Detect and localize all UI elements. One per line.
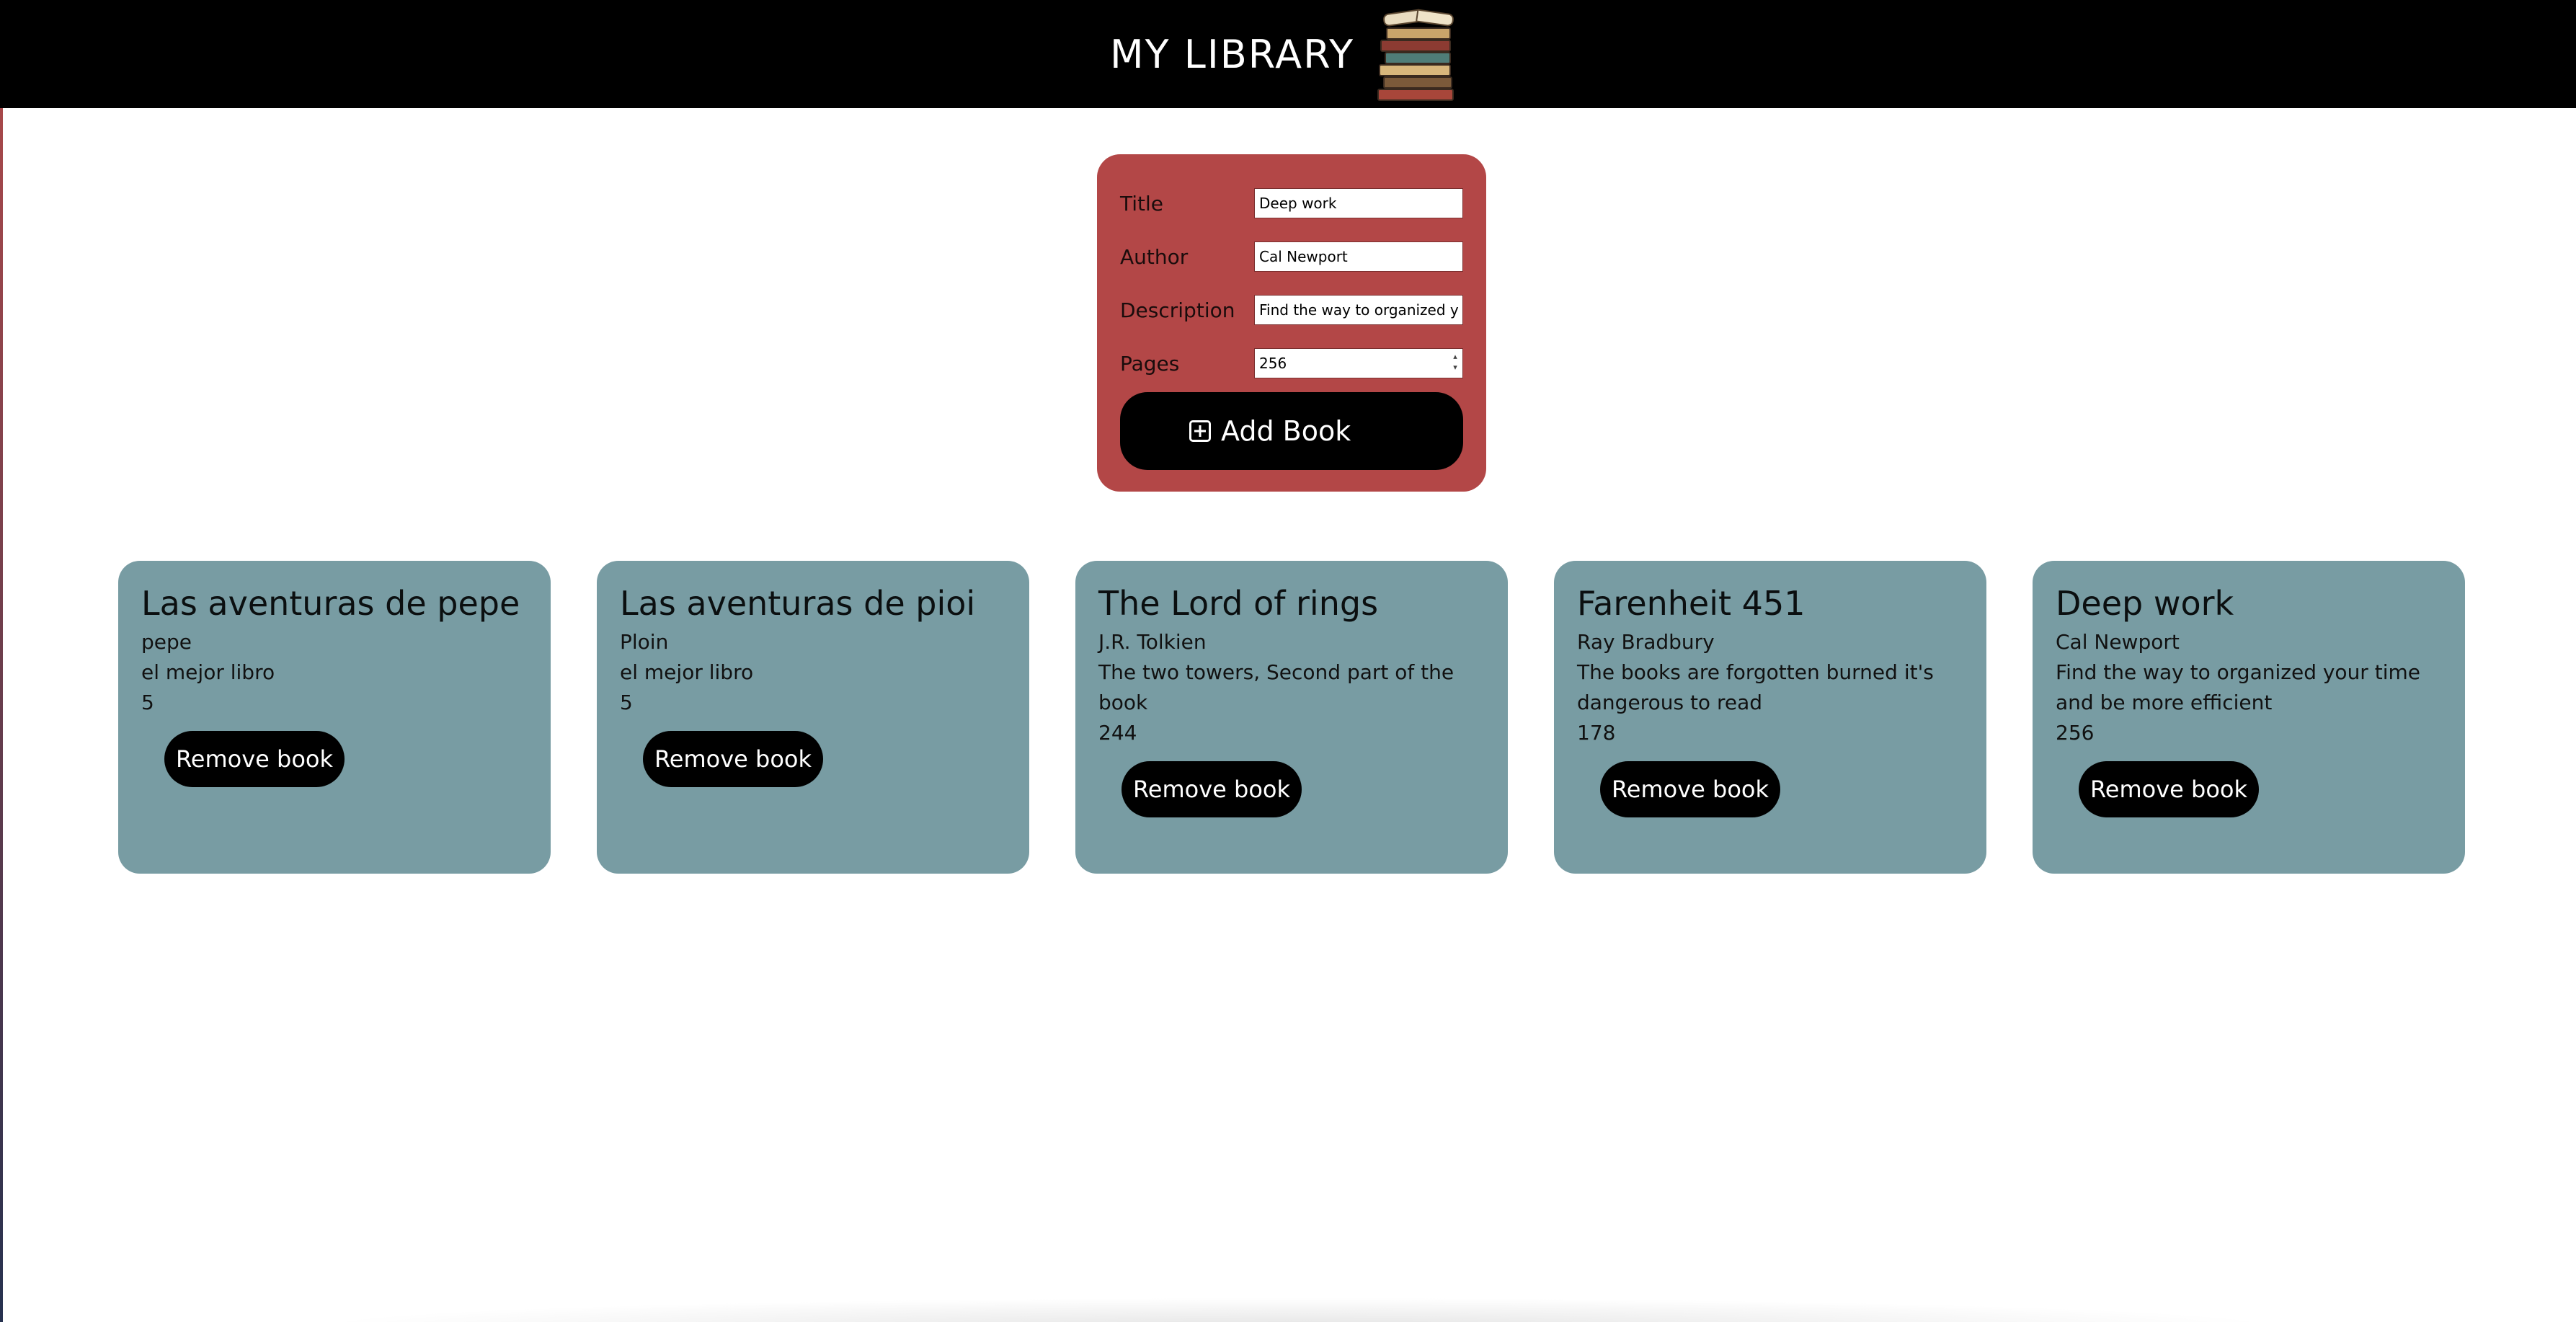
book-description: Find the way to organized your time and …: [2056, 660, 2420, 714]
book-title: Farenheit 451: [1577, 584, 1806, 623]
book-pages: 5: [620, 691, 633, 714]
add-book-button[interactable]: Add Book: [1120, 392, 1463, 470]
book-pages: 256: [2056, 721, 2095, 745]
book-title: Las aventuras de pioi: [620, 584, 976, 623]
add-book-form: Title Deep work Author Cal Newport Descr…: [1097, 154, 1486, 492]
pages-field: 256 ▴ ▾: [1254, 348, 1463, 378]
book-card: The Lord of rings J.R. Tolkien The two t…: [1075, 561, 1508, 874]
add-book-label: Add Book: [1221, 415, 1351, 447]
remove-book-button[interactable]: Remove book: [2079, 761, 2260, 817]
book-author: J.R. Tolkien: [1098, 630, 1207, 654]
title-label: Title: [1120, 191, 1164, 216]
pages-row: Pages 256 ▴ ▾: [1120, 347, 1466, 379]
remove-book-button[interactable]: Remove book: [1122, 761, 1302, 817]
header-brand: MY LIBRARY: [1110, 0, 1460, 108]
book-pages: 178: [1577, 721, 1616, 745]
stack-of-books-icon: [1373, 9, 1460, 101]
book-author: Cal Newport: [2056, 630, 2180, 654]
book-author: Ploin: [620, 630, 669, 654]
app-header: MY LIBRARY: [0, 0, 2576, 108]
book-description: The two towers, Second part of the book: [1098, 660, 1454, 714]
author-input[interactable]: Cal Newport: [1254, 241, 1463, 272]
window-edge: [0, 0, 3, 1322]
pages-input[interactable]: 256: [1254, 348, 1463, 378]
description-input[interactable]: Find the way to organized y: [1254, 295, 1463, 325]
book-pages: 5: [141, 691, 154, 714]
books-grid: Las aventuras de pepe pepe el mejor libr…: [118, 561, 2468, 874]
book-card: Las aventuras de pioi Ploin el mejor lib…: [597, 561, 1029, 874]
remove-book-button[interactable]: Remove book: [164, 731, 345, 787]
book-description: el mejor libro: [620, 660, 754, 684]
book-card: Farenheit 451 Ray Bradbury The books are…: [1554, 561, 1986, 874]
remove-book-button[interactable]: Remove book: [1600, 761, 1781, 817]
book-author: pepe: [141, 630, 192, 654]
description-row: Description Find the way to organized y: [1120, 294, 1466, 326]
page-title: MY LIBRARY: [1110, 31, 1355, 77]
title-row: Title Deep work: [1120, 187, 1466, 219]
description-label: Description: [1120, 298, 1235, 322]
book-description: The books are forgotten burned it's dang…: [1577, 660, 1934, 714]
book-title: Las aventuras de pepe: [141, 584, 520, 623]
book-author: Ray Bradbury: [1577, 630, 1715, 654]
author-row: Author Cal Newport: [1120, 241, 1466, 272]
book-title: Deep work: [2056, 584, 2234, 623]
pages-stepper[interactable]: ▴ ▾: [1450, 351, 1460, 374]
remove-book-button[interactable]: Remove book: [643, 731, 824, 787]
title-input[interactable]: Deep work: [1254, 188, 1463, 218]
book-card: Deep work Cal Newport Find the way to or…: [2033, 561, 2465, 874]
book-pages: 244: [1098, 721, 1137, 745]
book-title: The Lord of rings: [1098, 584, 1379, 623]
book-card: Las aventuras de pepe pepe el mejor libr…: [118, 561, 551, 874]
plus-square-icon: [1189, 420, 1211, 442]
author-label: Author: [1120, 244, 1189, 269]
book-description: el mejor libro: [141, 660, 275, 684]
pages-label: Pages: [1120, 351, 1180, 376]
footer-shadow: [303, 1297, 2292, 1322]
